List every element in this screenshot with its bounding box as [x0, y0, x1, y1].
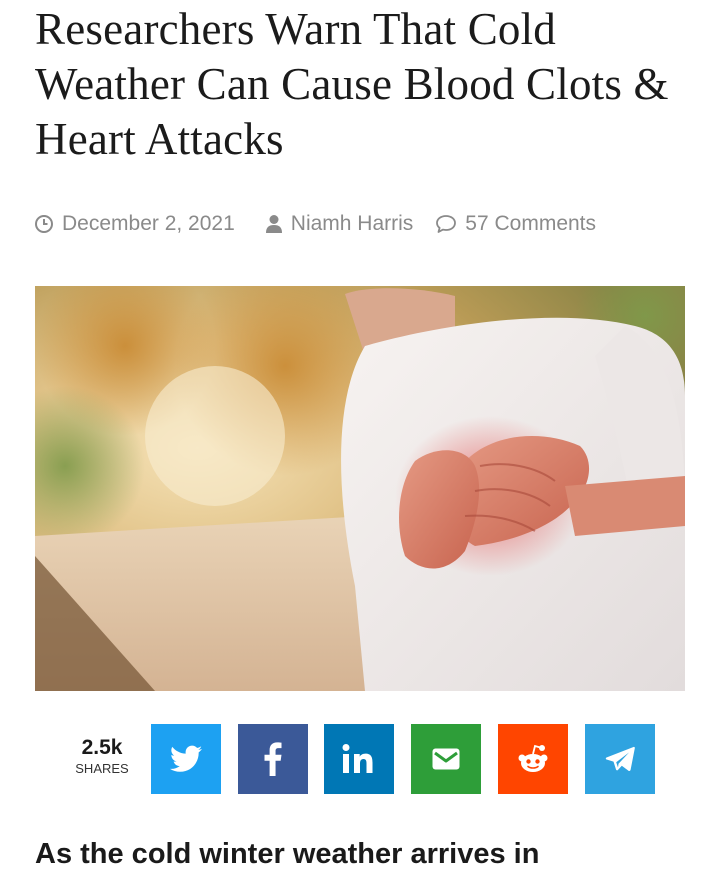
- clock-icon: [35, 215, 53, 233]
- reddit-icon: [518, 744, 548, 772]
- meta-author[interactable]: Niamh Harris: [265, 212, 414, 236]
- email-icon: [432, 748, 460, 770]
- article-lead: As the cold winter weather arrives in: [35, 838, 540, 870]
- meta-author-text: Niamh Harris: [290, 212, 414, 235]
- user-icon: [265, 215, 282, 233]
- hero-illustration: [35, 286, 685, 691]
- twitter-share-button[interactable]: [151, 724, 221, 794]
- meta-comments[interactable]: 57 Comments: [435, 212, 596, 236]
- meta-date-text: December 2, 2021: [62, 212, 235, 235]
- share-bar: 2.5k SHARES: [0, 724, 720, 796]
- meta-date: December 2, 2021: [34, 212, 235, 236]
- comment-icon: [436, 215, 457, 233]
- hero-image: [35, 286, 685, 691]
- twitter-icon: [170, 745, 202, 772]
- reddit-share-button[interactable]: [498, 724, 568, 794]
- meta-comments-text: 57 Comments: [465, 212, 597, 235]
- telegram-icon: [605, 746, 635, 771]
- article-title: Researchers Warn That Cold Weather Can C…: [35, 4, 669, 164]
- article-meta: December 2, 2021 Niamh Harris 57 Comment…: [34, 208, 596, 240]
- linkedin-icon: [342, 744, 373, 773]
- share-count-label: SHARES: [75, 761, 129, 776]
- linkedin-share-button[interactable]: [324, 724, 394, 794]
- facebook-icon: [264, 742, 282, 776]
- share-count-number: 2.5k: [81, 736, 123, 759]
- email-share-button[interactable]: [411, 724, 481, 794]
- telegram-share-button[interactable]: [585, 724, 655, 794]
- share-count: 2.5k SHARES: [72, 736, 132, 778]
- facebook-share-button[interactable]: [238, 724, 308, 794]
